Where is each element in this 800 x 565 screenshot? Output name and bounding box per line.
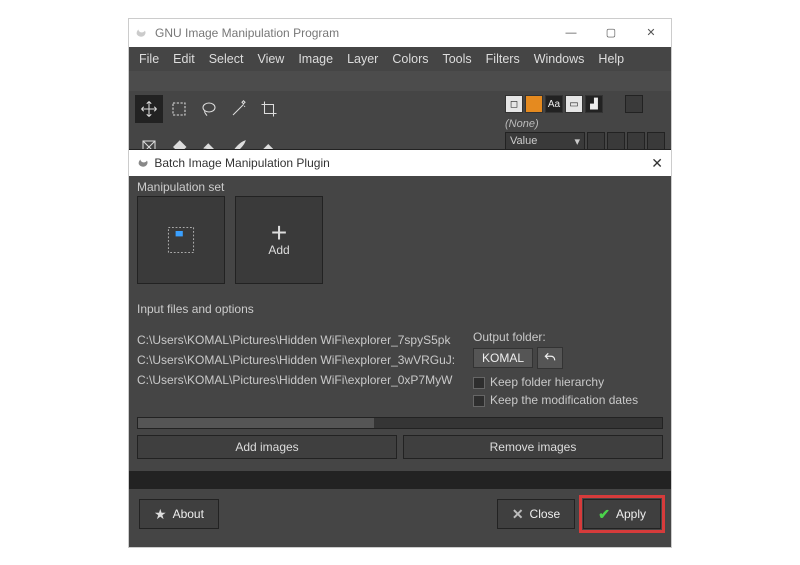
maximize-button[interactable]: ▢ [591,19,631,47]
tool-move[interactable] [135,95,163,123]
menu-select[interactable]: Select [205,52,248,66]
file-list[interactable]: C:\Users\KOMAL\Pictures\Hidden WiFi\expl… [137,330,465,407]
crop-preview-icon [163,222,199,258]
dock-icon-3[interactable] [627,132,645,150]
dock-icon-2[interactable] [607,132,625,150]
about-button[interactable]: ★ About [139,499,219,529]
dock-expand-icon[interactable] [625,95,643,113]
minimize-button[interactable]: — [551,19,591,47]
menu-colors[interactable]: Colors [388,52,432,66]
dialog-titlebar[interactable]: Batch Image Manipulation Plugin ✕ [129,150,671,176]
menu-layer[interactable]: Layer [343,52,382,66]
menu-image[interactable]: Image [294,52,337,66]
menu-file[interactable]: File [135,52,163,66]
dialog-title: Batch Image Manipulation Plugin [154,156,329,170]
file-row[interactable]: C:\Users\KOMAL\Pictures\Hidden WiFi\expl… [137,370,465,390]
keep-hierarchy-checkbox[interactable]: Keep folder hierarchy [473,375,663,389]
menu-windows[interactable]: Windows [530,52,589,66]
tool-rect-select[interactable] [165,95,193,123]
remove-images-button[interactable]: Remove images [403,435,663,459]
options-panel: Output folder: KOMAL Keep folder hierarc… [473,330,663,407]
menu-view[interactable]: View [253,52,288,66]
file-row[interactable]: C:\Users\KOMAL\Pictures\Hidden WiFi\expl… [137,350,465,370]
star-icon: ★ [154,506,167,523]
menu-filters[interactable]: Filters [482,52,524,66]
batch-dialog: Batch Image Manipulation Plugin ✕ Manipu… [129,149,671,547]
menu-edit[interactable]: Edit [169,52,199,66]
manipulation-set-label: Manipulation set [129,176,671,196]
add-label: Add [268,243,289,257]
output-reset-button[interactable] [537,347,563,369]
menubar: File Edit Select View Image Layer Colors… [129,47,671,71]
apply-button[interactable]: ✔ Apply [583,499,661,529]
separator [129,471,671,489]
tool-lasso[interactable] [195,95,223,123]
dock-icon-1[interactable] [587,132,605,150]
menu-tools[interactable]: Tools [438,52,475,66]
check-icon: ✔ [598,506,610,523]
app-icon [135,26,149,40]
dock-swatch-white-icon[interactable]: ◻ [505,95,523,113]
titlebar[interactable]: GNU Image Manipulation Program — ▢ ✕ [129,19,671,47]
tool-wand[interactable] [225,95,253,123]
file-row[interactable]: C:\Users\KOMAL\Pictures\Hidden WiFi\expl… [137,330,465,350]
menu-help[interactable]: Help [594,52,628,66]
dock-swatch-orange-icon[interactable] [525,95,543,113]
dock-hist-icon[interactable]: ▟ [585,95,603,113]
decoration-strip [129,71,671,91]
input-files-label: Input files and options [129,298,671,318]
plus-icon: + [271,223,287,243]
dock-icon-4[interactable] [647,132,665,150]
value-dropdown[interactable]: Value▾ [505,132,585,150]
dialog-icon [137,156,151,170]
dock-text-icon[interactable]: Aa [545,95,563,113]
output-folder-label: Output folder: [473,330,663,344]
progress-bar [137,417,663,429]
tool-crop[interactable] [255,95,283,123]
gimp-main-window: GNU Image Manipulation Program — ▢ ✕ Fil… [128,18,672,548]
app-title: GNU Image Manipulation Program [155,26,339,40]
close-button[interactable]: ✕ Close [497,499,575,529]
keep-dates-checkbox[interactable]: Keep the modification dates [473,393,663,407]
dialog-close-icon[interactable]: ✕ [651,155,663,172]
add-images-button[interactable]: Add images [137,435,397,459]
output-folder-chip[interactable]: KOMAL [473,348,533,368]
undo-icon [543,351,557,365]
manip-tile-add[interactable]: + Add [235,196,323,284]
manip-tile-crop[interactable] [137,196,225,284]
active-image-none: (None) [505,118,665,130]
dock-doc-icon[interactable]: ▭ [565,95,583,113]
close-window-button[interactable]: ✕ [631,19,671,47]
close-icon: ✕ [512,506,524,523]
